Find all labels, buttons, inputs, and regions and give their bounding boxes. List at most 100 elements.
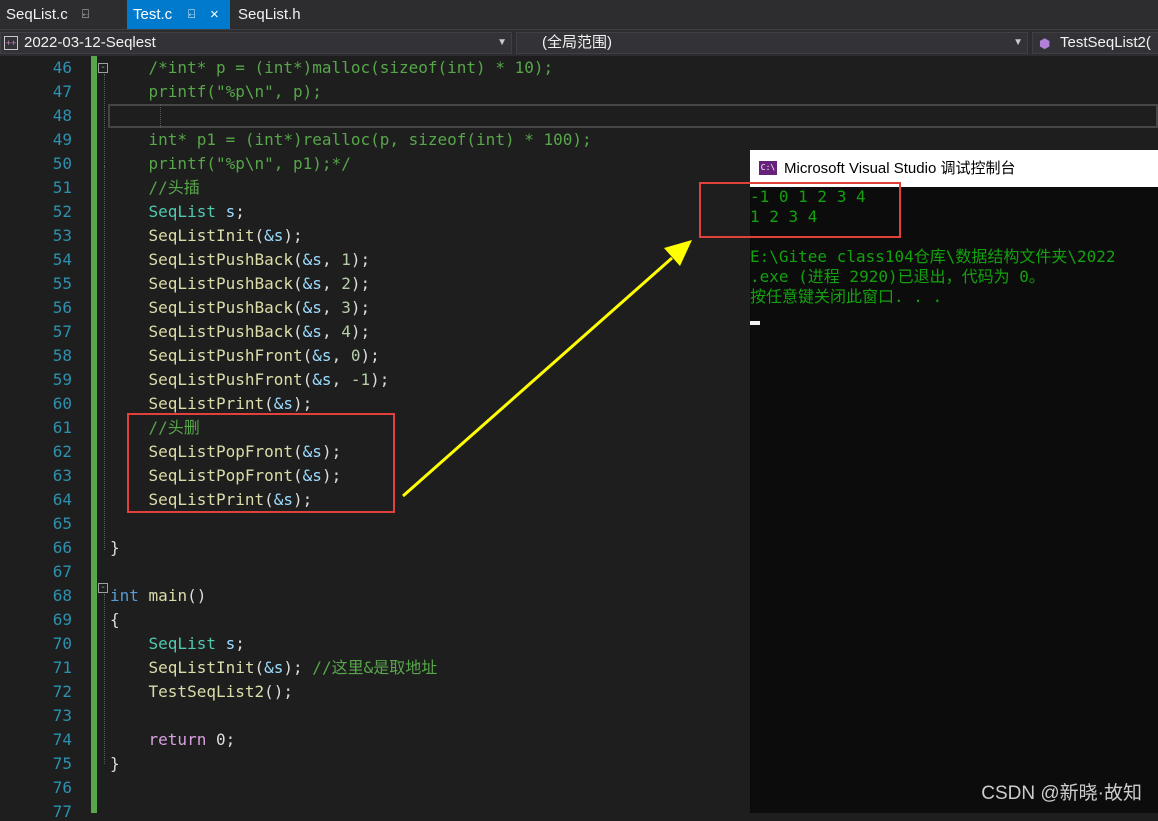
code-line-74: return 0;	[110, 728, 236, 752]
number-literal: 4	[341, 322, 351, 341]
line-number: 52	[52, 202, 72, 221]
punct: );	[283, 658, 303, 677]
line-number: 53	[52, 226, 72, 245]
console-app-icon: C:\	[759, 161, 777, 175]
punct: ;	[235, 634, 245, 653]
line-number: 73	[52, 706, 72, 725]
tab-label: Test.c	[133, 6, 173, 23]
argument: &s	[302, 250, 322, 269]
line-number: 48	[52, 106, 72, 125]
punct: (	[293, 298, 303, 317]
type-name: SeqList	[148, 202, 216, 221]
line-number: 58	[52, 346, 72, 365]
punct: );	[350, 250, 371, 269]
code-line-47: printf("%p\n", p);	[110, 80, 322, 104]
punct: (	[293, 322, 303, 341]
punct: (	[293, 274, 303, 293]
line-number: 55	[52, 274, 72, 293]
punct: ,	[331, 370, 351, 389]
document-tab-bar: SeqList.c ⍇ Test.c ⍇ × SeqList.h	[0, 0, 1158, 29]
function-name: SeqListPushFront	[148, 346, 303, 365]
punct: );	[350, 274, 371, 293]
tab-seqlist-c[interactable]: SeqList.c ⍇	[0, 0, 125, 29]
punct: );	[360, 346, 380, 365]
number-literal: 3	[341, 298, 351, 317]
member-dropdown[interactable]: ⬢ TestSeqList2(	[1032, 32, 1158, 54]
cube-icon: ⬢	[1039, 36, 1051, 51]
punct: ,	[321, 250, 342, 269]
code-line-51: //头插	[110, 176, 200, 200]
function-name: SeqListInit	[148, 226, 255, 245]
code-line-75: }	[110, 752, 120, 776]
punct: (	[302, 346, 313, 365]
code-line-59: SeqListPushFront(&s, -1);	[110, 368, 390, 392]
punct: );	[293, 394, 313, 413]
line-number: 47	[52, 82, 72, 101]
code-line-55: SeqListPushBack(&s, 2);	[110, 272, 371, 296]
code-line-53: SeqListInit(&s);	[110, 224, 303, 248]
punct: ()	[187, 586, 207, 605]
punct: ();	[264, 682, 294, 701]
function-name: TestSeqList2	[148, 682, 265, 701]
code-line-68: int main()	[110, 584, 206, 608]
return-value: 0;	[206, 730, 236, 749]
code-line-70: SeqList s;	[110, 632, 245, 656]
chevron-down-icon: ▼	[497, 37, 507, 48]
punct: ,	[321, 298, 342, 317]
line-number: 68	[52, 586, 72, 605]
tab-seqlist-h[interactable]: SeqList.h	[232, 0, 332, 29]
line-comment: //这里&是取地址	[302, 658, 438, 677]
argument: &s	[273, 394, 294, 413]
collapse-icon[interactable]: -	[98, 63, 108, 73]
line-number: 63	[52, 466, 72, 485]
punct: (	[254, 226, 265, 245]
punct: (	[264, 394, 274, 413]
code-line-56: SeqListPushBack(&s, 3);	[110, 296, 371, 320]
line-number: 54	[52, 250, 72, 269]
code-line-72: TestSeqList2();	[110, 680, 294, 704]
outline-guide	[104, 594, 105, 764]
highlight-box-output	[699, 182, 901, 238]
tab-label: SeqList.c	[6, 6, 68, 23]
line-number: 60	[52, 394, 72, 413]
console-output-line: E:\Gitee class104仓库\数据结构文件夹\2022	[750, 247, 1116, 266]
collapse-icon[interactable]: -	[98, 583, 108, 593]
outline-guide	[104, 166, 105, 550]
line-number: 59	[52, 370, 72, 389]
block-comment: /*int* p = (int*)malloc(sizeof(int) * 10…	[110, 58, 554, 77]
code-line-57: SeqListPushBack(&s, 4);	[110, 320, 371, 344]
pin-icon[interactable]: ⍇	[82, 0, 89, 29]
function-name: SeqListPushBack	[148, 274, 294, 293]
function-name: SeqListPushBack	[148, 250, 294, 269]
punct: (	[302, 370, 313, 389]
tab-test-c[interactable]: Test.c ⍇ ×	[127, 0, 230, 29]
line-number: 71	[52, 658, 72, 677]
close-icon[interactable]: ×	[210, 0, 219, 29]
line-number: 65	[52, 514, 72, 533]
line-number: 76	[52, 778, 72, 797]
scope-dropdown[interactable]: (全局范围) ▼	[516, 32, 1028, 54]
code-line-69: {	[110, 608, 120, 632]
punct: );	[350, 322, 371, 341]
line-number: 57	[52, 322, 72, 341]
code-line-49: int* p1 = (int*)realloc(p, sizeof(int) *…	[110, 128, 592, 152]
line-number: 70	[52, 634, 72, 653]
project-dropdown[interactable]: ++ 2022-03-12-Seqlest ▼	[0, 32, 512, 54]
console-output-line: .exe (进程 2920)已退出，代码为 0。	[750, 267, 1045, 286]
punct: );	[370, 370, 390, 389]
type-name: SeqList	[148, 634, 216, 653]
pin-icon[interactable]: ⍇	[188, 0, 195, 29]
line-number: 46	[52, 58, 72, 77]
number-literal: 1	[341, 250, 351, 269]
argument: &s	[312, 370, 332, 389]
debug-console-window[interactable]: C:\ Microsoft Visual Studio 调试控制台 -1 0 1…	[750, 150, 1158, 813]
